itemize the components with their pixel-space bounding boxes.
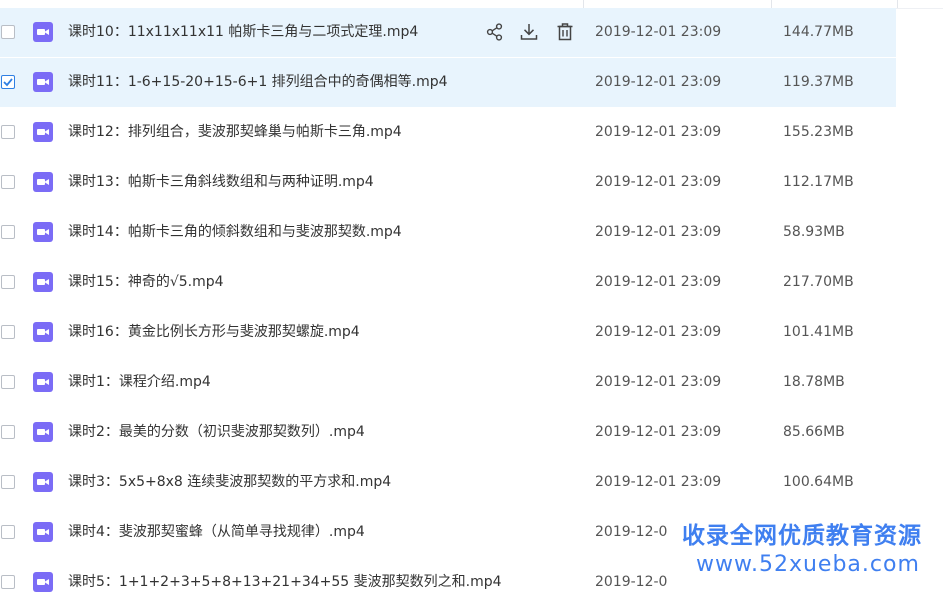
video-file-icon: [33, 472, 53, 492]
file-date: 2019-12-0: [595, 574, 668, 590]
column-divider: [897, 0, 898, 8]
row-checkbox[interactable]: [1, 525, 15, 539]
file-name[interactable]: 课时10：11x11x11x11 帕斯卡三角与二项式定理.mp4: [68, 8, 418, 57]
file-name[interactable]: 课时12：排列组合，斐波那契蜂巢与帕斯卡三角.mp4: [68, 108, 402, 157]
file-date: 2019-12-01 23:09: [595, 224, 722, 240]
file-size: 58.93MB: [783, 224, 845, 240]
file-row[interactable]: 课时10：11x11x11x11 帕斯卡三角与二项式定理.mp4 2019-12-…: [0, 8, 896, 57]
file-name[interactable]: 课时5：1+1+2+3+5+8+13+21+34+55 斐波那契数列之和.mp4: [68, 558, 502, 607]
file-row[interactable]: 课时14：帕斯卡三角的倾斜数组和与斐波那契数.mp4 2019-12-01 23:…: [0, 208, 896, 257]
row-checkbox[interactable]: [1, 325, 15, 339]
file-size: 144.77MB: [783, 24, 854, 40]
file-row[interactable]: 课时2：最美的分数（初识斐波那契数列）.mp4 2019-12-01 23:09 8…: [0, 408, 896, 457]
share-icon[interactable]: [484, 21, 506, 43]
file-date: 2019-12-01 23:09: [595, 424, 722, 440]
file-size: 100.64MB: [783, 474, 854, 490]
row-checkbox[interactable]: [1, 425, 15, 439]
file-row[interactable]: 课时13：帕斯卡三角斜线数组和与两种证明.mp4 2019-12-01 23:09…: [0, 158, 896, 207]
file-name[interactable]: 课时16：黄金比例长方形与斐波那契螺旋.mp4: [68, 308, 360, 357]
file-date: 2019-12-01 23:09: [595, 124, 722, 140]
file-size: 85.66MB: [783, 424, 845, 440]
video-file-icon: [33, 172, 53, 192]
file-date: 2019-12-01 23:09: [595, 174, 722, 190]
video-file-icon: [33, 372, 53, 392]
video-file-icon: [33, 272, 53, 292]
file-name[interactable]: 课时4：斐波那契蜜蜂（从简单寻找规律）.mp4: [68, 508, 365, 557]
video-file-icon: [33, 422, 53, 442]
file-row[interactable]: 课时3：5x5+8x8 连续斐波那契数的平方求和.mp4 2019-12-01 2…: [0, 458, 896, 507]
video-file-icon: [33, 222, 53, 242]
watermark-url: www.52xueba.com: [696, 552, 920, 577]
file-row[interactable]: 课时1：课程介绍.mp4 2019-12-01 23:09 18.78MB: [0, 358, 896, 407]
file-name[interactable]: 课时13：帕斯卡三角斜线数组和与两种证明.mp4: [68, 158, 374, 207]
row-checkbox[interactable]: [1, 275, 15, 289]
row-checkbox[interactable]: [1, 125, 15, 139]
file-row[interactable]: 课时11：1-6+15-20+15-6+1 排列组合中的奇偶相等.mp4 2019…: [0, 58, 896, 107]
file-name[interactable]: 课时3：5x5+8x8 连续斐波那契数的平方求和.mp4: [68, 458, 391, 507]
row-checkbox[interactable]: [1, 175, 15, 189]
file-date: 2019-12-0: [595, 524, 668, 540]
file-date: 2019-12-01 23:09: [595, 74, 722, 90]
video-file-icon: [33, 72, 53, 92]
video-file-icon: [33, 122, 53, 142]
file-size: 155.23MB: [783, 124, 854, 140]
column-divider: [771, 0, 772, 8]
file-size: 101.41MB: [783, 324, 854, 340]
row-checkbox[interactable]: [1, 225, 15, 239]
column-divider: [583, 0, 584, 8]
file-size: 18.78MB: [783, 374, 845, 390]
video-file-icon: [33, 572, 53, 592]
file-name[interactable]: 课时2：最美的分数（初识斐波那契数列）.mp4: [68, 408, 365, 457]
file-size: 119.37MB: [783, 74, 854, 90]
file-name[interactable]: 课时1：课程介绍.mp4: [68, 358, 211, 407]
file-date: 2019-12-01 23:09: [595, 324, 722, 340]
download-icon[interactable]: [518, 21, 540, 43]
row-checkbox[interactable]: [1, 475, 15, 489]
file-name[interactable]: 课时14：帕斯卡三角的倾斜数组和与斐波那契数.mp4: [68, 208, 402, 257]
file-date: 2019-12-01 23:09: [595, 474, 722, 490]
file-date: 2019-12-01 23:09: [595, 274, 722, 290]
file-size: 112.17MB: [783, 174, 854, 190]
row-checkbox[interactable]: [1, 575, 15, 589]
watermark: 收录全网优质教育资源 www.52xueba.com: [668, 512, 943, 588]
watermark-slogan: 收录全网优质教育资源: [682, 523, 922, 549]
file-row[interactable]: 课时12：排列组合，斐波那契蜂巢与帕斯卡三角.mp4 2019-12-01 23:…: [0, 108, 896, 157]
video-file-icon: [33, 22, 53, 42]
trash-icon[interactable]: [554, 21, 576, 43]
file-row[interactable]: 课时16：黄金比例长方形与斐波那契螺旋.mp4 2019-12-01 23:09 1…: [0, 308, 896, 357]
file-row[interactable]: 课时15：神奇的√5.mp4 2019-12-01 23:09 217.70MB: [0, 258, 896, 307]
row-checkbox[interactable]: [1, 25, 15, 39]
video-file-icon: [33, 322, 53, 342]
file-name[interactable]: 课时15：神奇的√5.mp4: [68, 258, 224, 307]
row-checkbox[interactable]: [1, 75, 15, 89]
file-date: 2019-12-01 23:09: [595, 24, 722, 40]
row-checkbox[interactable]: [1, 375, 15, 389]
file-date: 2019-12-01 23:09: [595, 374, 722, 390]
video-file-icon: [33, 522, 53, 542]
file-name[interactable]: 课时11：1-6+15-20+15-6+1 排列组合中的奇偶相等.mp4: [68, 58, 448, 107]
checkmark-icon: [3, 78, 13, 87]
file-size: 217.70MB: [783, 274, 854, 290]
